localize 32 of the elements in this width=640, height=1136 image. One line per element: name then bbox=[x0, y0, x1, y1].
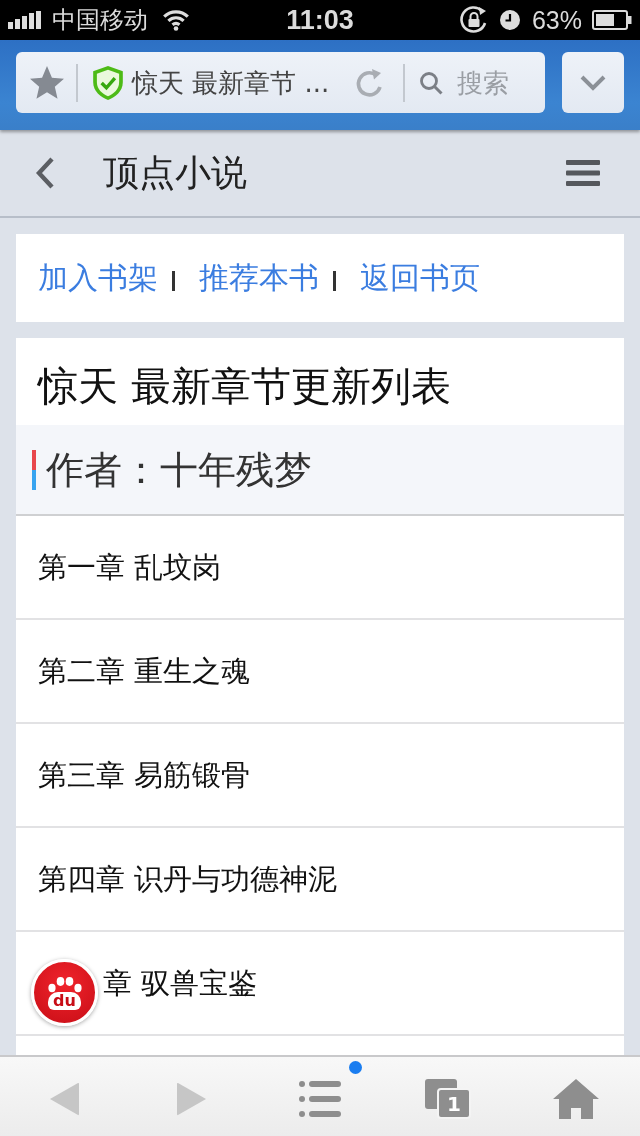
author-name: 作者：十年残梦 bbox=[46, 446, 312, 494]
list-icon[interactable] bbox=[299, 1079, 341, 1118]
battery-icon bbox=[592, 10, 632, 30]
search-icon bbox=[419, 70, 443, 95]
carrier-name: 中国移动 bbox=[52, 5, 148, 35]
menu-icon[interactable] bbox=[566, 160, 600, 186]
book-title: 惊天 最新章节更新列表 bbox=[36, 362, 452, 411]
action-link[interactable]: 返回书页 bbox=[360, 259, 480, 297]
battery-percent: 63% bbox=[531, 5, 582, 35]
signal-icon bbox=[8, 11, 42, 29]
shield-check-icon bbox=[92, 64, 124, 101]
chapter-link[interactable]: 第四章 识丹与功德神泥 bbox=[38, 860, 338, 898]
home-icon[interactable] bbox=[553, 1078, 599, 1119]
paw-icon bbox=[47, 977, 82, 993]
clock-time: 11:03 bbox=[286, 4, 354, 36]
site-title: 顶点小说 bbox=[103, 151, 247, 195]
action-link[interactable]: 推荐本书 bbox=[199, 259, 319, 297]
star-icon[interactable] bbox=[30, 66, 64, 99]
search-field[interactable]: 搜索 bbox=[457, 64, 531, 101]
address-text[interactable]: 惊天 最新章节 ... bbox=[132, 65, 330, 100]
reload-icon[interactable] bbox=[355, 66, 385, 99]
chapter-link[interactable]: 第一章 乱坟岗 bbox=[38, 548, 222, 586]
chapter-link[interactable]: 第二章 重生之魂 bbox=[38, 652, 251, 690]
wifi-icon bbox=[161, 9, 191, 31]
chevron-down-icon bbox=[580, 74, 606, 91]
back-chevron-icon[interactable] bbox=[34, 156, 56, 190]
dropdown-button[interactable] bbox=[562, 52, 624, 113]
clock-icon bbox=[499, 10, 520, 30]
action-link[interactable]: 加入书架 bbox=[38, 259, 158, 297]
accent-bar bbox=[32, 449, 36, 490]
chapter-link[interactable]: 第三章 易筋锻骨 bbox=[38, 756, 251, 794]
chapter-link[interactable]: 章 驭兽宝鉴 bbox=[103, 964, 258, 1002]
